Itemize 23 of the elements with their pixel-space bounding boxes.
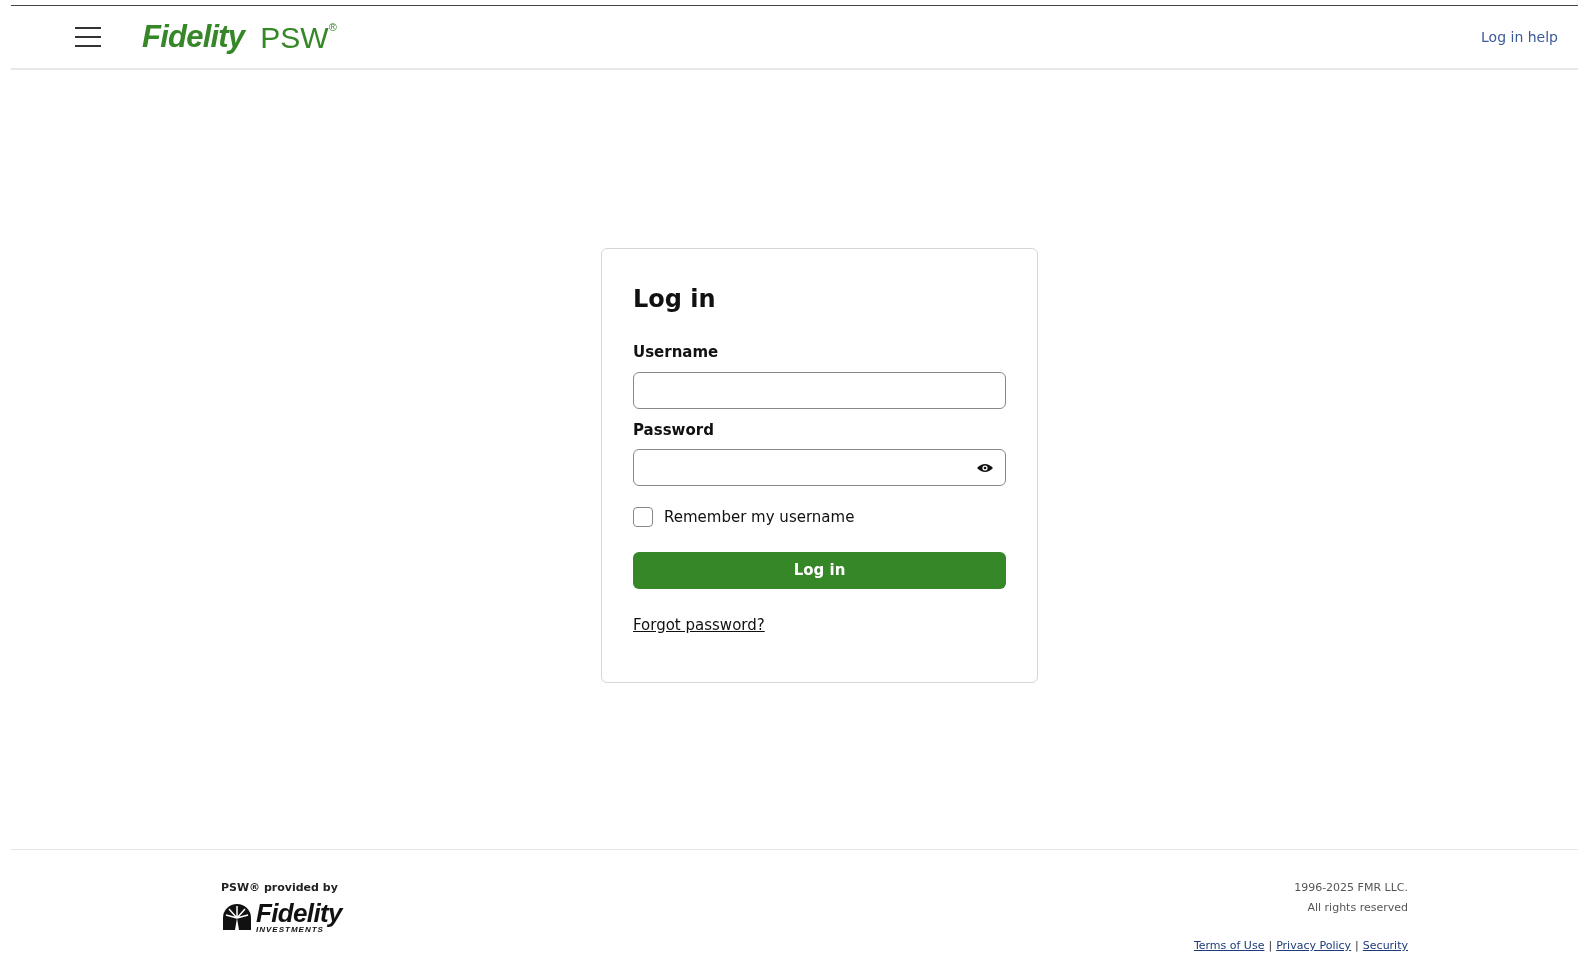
footer-link[interactable]: Privacy Policy xyxy=(1276,938,1352,955)
footer-link[interactable]: Terms of Use xyxy=(1193,938,1265,955)
link-separator: | xyxy=(1268,938,1273,954)
logo: Fidelity xyxy=(142,17,245,56)
remember-label: Remember my username xyxy=(664,507,855,528)
menu-icon[interactable] xyxy=(75,27,101,47)
copyright-text: 1996-2025 FMR LLC. xyxy=(1294,880,1408,896)
forgot-password-link[interactable]: Forgot password? xyxy=(633,613,765,636)
provided-by-text: PSW® provided by xyxy=(221,880,339,896)
fidelity-investments-logo: Fidelity INVESTMENTS xyxy=(221,899,342,934)
link-separator: | xyxy=(1355,938,1359,954)
login-title: Log in xyxy=(633,284,717,315)
log-in-help-link[interactable]: Log in help xyxy=(1481,26,1558,48)
footer-link[interactable]: Security xyxy=(1362,938,1408,955)
show-password-icon[interactable] xyxy=(977,462,993,473)
username-label: Username xyxy=(633,342,720,363)
rights-text: All rights reserved xyxy=(1307,899,1408,916)
product-name: PSW® xyxy=(260,19,337,56)
password-label: Password xyxy=(633,419,715,441)
remember-checkbox[interactable] xyxy=(633,507,653,528)
password-field[interactable] xyxy=(633,449,1006,486)
username-field[interactable] xyxy=(633,371,1006,409)
login-button[interactable]: Log in xyxy=(633,551,1006,589)
